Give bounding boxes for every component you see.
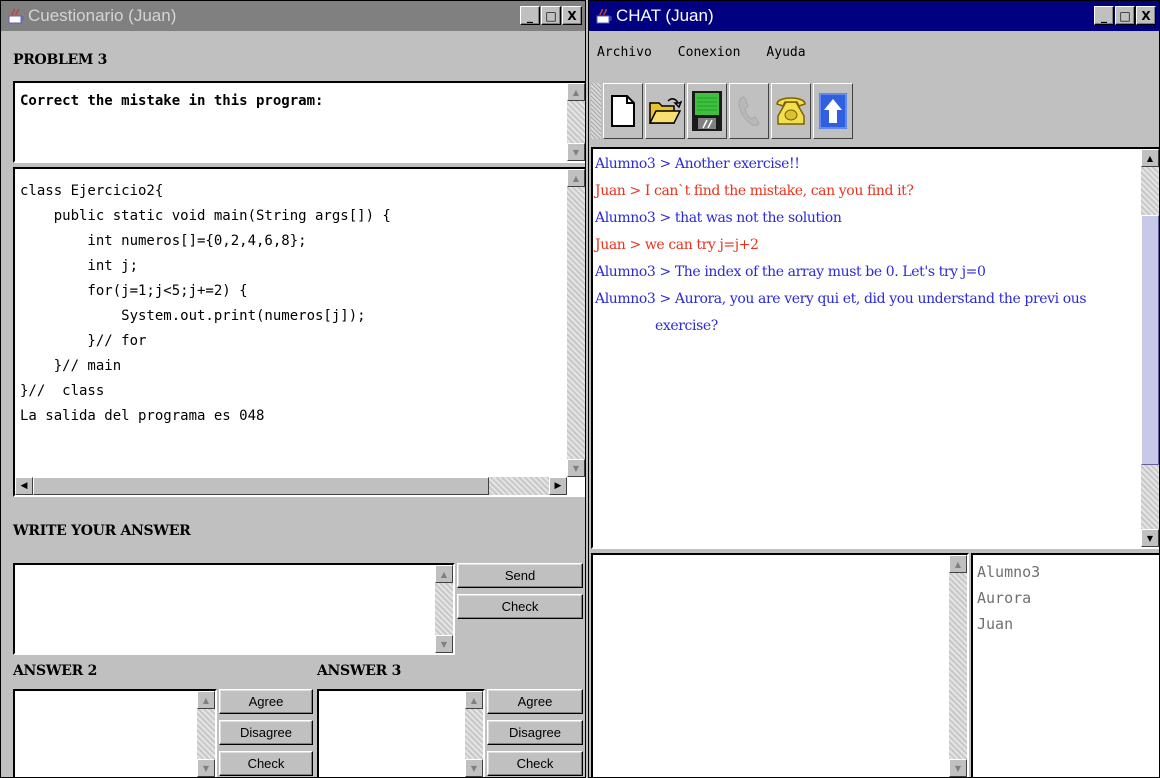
save-icon[interactable] xyxy=(687,83,727,139)
chat-input-scrollbar[interactable]: ▲ ▼ xyxy=(949,555,967,777)
maximize-button[interactable]: □ xyxy=(541,6,561,25)
scroll-down-arrow-icon[interactable]: ▼ xyxy=(435,635,453,653)
answer2-label: ANSWER 2 xyxy=(13,663,98,679)
answer-textarea[interactable]: ▲ ▼ xyxy=(13,563,455,655)
scroll-up-arrow-icon[interactable]: ▲ xyxy=(567,83,585,101)
answer-scrollbar[interactable]: ▲ ▼ xyxy=(435,565,453,653)
maximize-button[interactable]: □ xyxy=(1115,6,1135,25)
scroll-up-arrow-icon[interactable]: ▲ xyxy=(567,169,585,187)
scroll-up-arrow-icon[interactable]: ▲ xyxy=(435,565,453,583)
toolbar-grip[interactable] xyxy=(591,83,601,139)
chat-messages-area[interactable]: Alumno3 > Another exercise!! Juan > I ca… xyxy=(591,147,1159,549)
scroll-down-arrow-icon[interactable]: ▼ xyxy=(465,759,483,777)
chat-input-textarea[interactable]: ▲ ▼ xyxy=(591,553,969,777)
scroll-up-arrow-icon[interactable]: ▲ xyxy=(465,691,483,709)
code-textarea[interactable]: class Ejercicio2{ public static void mai… xyxy=(13,167,585,497)
answer2-check-button[interactable]: Check xyxy=(219,751,313,776)
answer3-scrollbar[interactable]: ▲ ▼ xyxy=(465,691,483,777)
menu-archivo[interactable]: Archivo xyxy=(597,45,652,67)
toolbar xyxy=(591,79,911,143)
phone-icon[interactable] xyxy=(771,83,811,139)
questionnaire-title: Cuestionario (Juan) xyxy=(28,6,177,25)
chat-message-continuation: exercise? xyxy=(655,318,718,334)
questionnaire-window: Cuestionario (Juan) _ □ X PROBLEM 3 Corr… xyxy=(0,0,586,778)
scroll-right-arrow-icon[interactable]: ▶ xyxy=(549,477,567,495)
scroll-down-arrow-icon[interactable]: ▼ xyxy=(567,143,585,161)
phone-disabled-icon[interactable] xyxy=(729,83,769,139)
user-item[interactable]: Aurora xyxy=(977,585,1159,611)
code-vertical-scrollbar[interactable]: ▲ ▼ xyxy=(567,169,585,477)
scroll-down-arrow-icon[interactable]: ▼ xyxy=(567,459,585,477)
chat-message: Alumno3 > that was not the solution xyxy=(595,210,842,226)
minimize-button[interactable]: _ xyxy=(1094,6,1114,25)
close-button[interactable]: X xyxy=(562,6,582,25)
answer2-agree-button[interactable]: Agree xyxy=(219,689,313,714)
chat-scrollbar[interactable]: ▲ ▼ xyxy=(1141,149,1159,547)
code-horizontal-scrollbar[interactable]: ◀ ▶ xyxy=(15,477,567,495)
chat-message: Alumno3 > Another exercise!! xyxy=(595,156,800,172)
write-answer-label: WRITE YOUR ANSWER xyxy=(13,523,191,539)
menu-bar: Archivo Conexion Ayuda xyxy=(589,45,1159,67)
scroll-down-arrow-icon[interactable]: ▼ xyxy=(949,759,967,777)
chat-messages-list: Alumno3 > Another exercise!! Juan > I ca… xyxy=(595,151,1087,340)
java-app-icon xyxy=(7,7,25,25)
chat-scroll-thumb[interactable] xyxy=(1141,215,1159,465)
scroll-down-arrow-icon[interactable]: ▼ xyxy=(197,759,215,777)
questionnaire-titlebar[interactable]: Cuestionario (Juan) _ □ X xyxy=(1,1,585,31)
chat-message: Juan > we can try j=j+2 xyxy=(595,237,759,253)
instruction-scrollbar[interactable]: ▲ ▼ xyxy=(567,83,585,161)
user-item[interactable]: Alumno3 xyxy=(977,559,1159,585)
chat-title: CHAT (Juan) xyxy=(616,6,714,25)
answer2-disagree-button[interactable]: Disagree xyxy=(219,720,313,745)
chat-message: Alumno3 > The index of the array must be… xyxy=(595,264,986,280)
horizontal-scroll-thumb[interactable] xyxy=(33,477,489,495)
instruction-textarea[interactable]: Correct the mistake in this program: ▲ ▼ xyxy=(13,81,585,163)
scroll-up-arrow-icon[interactable]: ▲ xyxy=(949,555,967,573)
code-text: class Ejercicio2{ public static void mai… xyxy=(20,183,391,424)
chat-window: CHAT (Juan) _ □ X Archivo Conexion Ayuda xyxy=(588,0,1160,778)
open-folder-icon[interactable] xyxy=(645,83,685,139)
scroll-down-arrow-icon[interactable]: ▼ xyxy=(1141,529,1159,547)
problem-label: PROBLEM 3 xyxy=(13,52,108,68)
chat-message: Alumno3 > Aurora, you are very qui et, d… xyxy=(595,291,1087,307)
menu-ayuda[interactable]: Ayuda xyxy=(766,45,805,67)
answer2-scrollbar[interactable]: ▲ ▼ xyxy=(197,691,215,777)
user-item[interactable]: Juan xyxy=(977,611,1159,637)
new-file-icon[interactable] xyxy=(603,83,643,139)
send-button[interactable]: Send xyxy=(457,563,583,588)
answer2-textarea[interactable]: ▲ ▼ xyxy=(13,689,217,777)
answer3-label: ANSWER 3 xyxy=(317,663,402,679)
answer3-textarea[interactable]: ▲ ▼ xyxy=(317,689,485,777)
scroll-up-arrow-icon[interactable]: ▲ xyxy=(197,691,215,709)
scroll-left-arrow-icon[interactable]: ◀ xyxy=(15,477,33,495)
menu-conexion[interactable]: Conexion xyxy=(678,45,741,67)
chat-titlebar[interactable]: CHAT (Juan) _ □ X xyxy=(589,1,1159,31)
upload-icon[interactable] xyxy=(813,83,853,139)
java-app-icon xyxy=(595,7,613,25)
connected-users-list: Alumno3 Aurora Juan xyxy=(971,553,1159,777)
minimize-button[interactable]: _ xyxy=(520,6,540,25)
answer3-disagree-button[interactable]: Disagree xyxy=(487,720,583,745)
answer3-agree-button[interactable]: Agree xyxy=(487,689,583,714)
close-button[interactable]: X xyxy=(1136,6,1156,25)
answer3-check-button[interactable]: Check xyxy=(487,751,583,776)
instruction-text: Correct the mistake in this program: xyxy=(20,93,324,109)
check-answer-button[interactable]: Check xyxy=(457,594,583,619)
scroll-up-arrow-icon[interactable]: ▲ xyxy=(1141,149,1159,167)
chat-message: Juan > I can`t find the mistake, can you… xyxy=(595,183,914,199)
